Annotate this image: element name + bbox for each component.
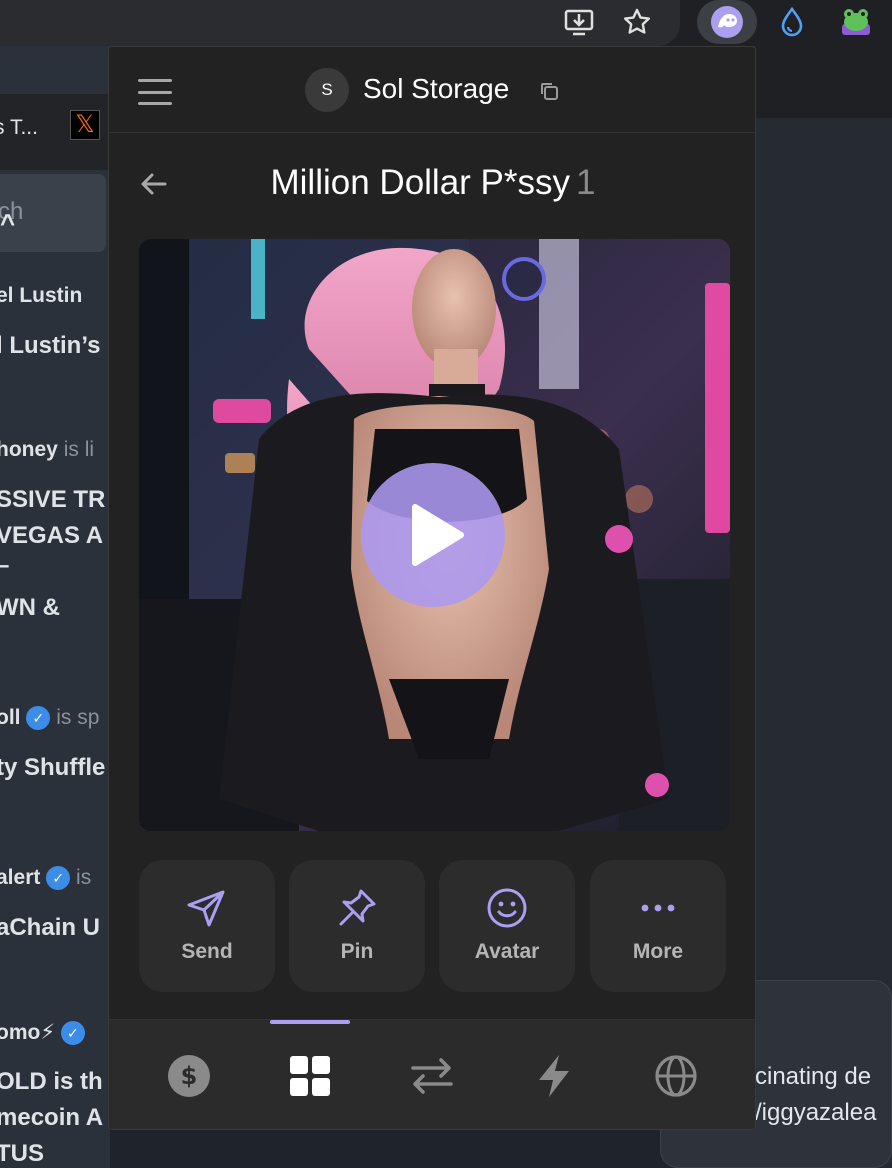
post-author[interactable]: el Lustin — [0, 284, 82, 308]
svg-text:$: $ — [181, 1062, 198, 1090]
tab-swap[interactable] — [406, 1050, 458, 1102]
drop-extension-icon[interactable] — [774, 4, 810, 40]
smiley-icon — [485, 886, 529, 930]
lightning-icon — [539, 1055, 569, 1097]
popup-header: S Sol Storage — [109, 47, 755, 133]
tab-activity[interactable] — [528, 1050, 580, 1102]
verified-badge-icon: ✓ — [60, 1021, 85, 1046]
send-label: Send — [181, 940, 233, 963]
dollar-icon: $ — [168, 1055, 210, 1097]
post-author[interactable]: honey — [0, 438, 58, 461]
active-tab-indicator — [270, 1020, 350, 1024]
collectible-media[interactable] — [139, 239, 730, 831]
background-page-left: s T... 𝕏 ch ^ el Lustin l Lustin’s honey… — [0, 46, 110, 1168]
send-button[interactable]: Send — [139, 860, 275, 992]
post-meta: is li — [63, 438, 95, 461]
post-headline[interactable]: OLD is th — [0, 1068, 103, 1096]
avatar-button[interactable]: Avatar — [439, 860, 575, 992]
post-author[interactable]: omo⚡ — [0, 1021, 55, 1044]
phantom-extension-icon[interactable] — [709, 4, 745, 40]
bookmark-star-icon[interactable] — [619, 4, 655, 40]
post-headline[interactable]: l Lustin’s — [0, 332, 100, 360]
card-text: cinating de — [755, 1063, 872, 1090]
post-headline: – — [0, 552, 9, 580]
globe-icon — [655, 1055, 697, 1097]
post-author[interactable]: oll — [0, 706, 21, 729]
account-avatar[interactable]: S — [305, 68, 349, 112]
tab-explore[interactable] — [650, 1050, 702, 1102]
copy-icon[interactable] — [537, 79, 561, 103]
collectible-title-row: Million Dollar P*ssy 1 — [109, 163, 755, 203]
pin-button[interactable]: Pin — [289, 860, 425, 992]
frog-extension-icon[interactable] — [838, 4, 874, 40]
wallet-popup: S Sol Storage Million Dollar P*ssy 1 Sen… — [108, 46, 756, 1130]
post-headline[interactable]: WN & — [0, 594, 60, 622]
account-name[interactable]: Sol Storage — [363, 73, 509, 105]
post-meta: is sp — [56, 706, 100, 729]
post-headline[interactable]: ty Shuffle — [0, 754, 105, 782]
install-icon[interactable] — [561, 4, 597, 40]
play-video-button[interactable] — [361, 463, 505, 607]
tab-collectibles[interactable] — [284, 1050, 336, 1102]
tab-wallet[interactable]: $ — [163, 1050, 215, 1102]
tab-title[interactable]: s T... — [0, 116, 38, 140]
pin-icon — [335, 886, 379, 930]
browser-toolbar — [0, 0, 892, 46]
bottom-tab-bar: $ — [109, 1019, 755, 1129]
post-headline[interactable]: VEGAS A — [0, 522, 103, 550]
more-icon — [636, 886, 680, 930]
verified-badge-icon: ✓ — [46, 866, 71, 891]
chevron-up-icon: ^ — [0, 208, 16, 238]
card-link[interactable]: /iggyazalea — [755, 1099, 876, 1127]
collectible-title: Million Dollar P*ssy — [270, 163, 571, 202]
search-field[interactable]: ch — [0, 174, 106, 252]
play-icon — [412, 504, 464, 566]
more-label: More — [632, 940, 684, 963]
verified-badge-icon: ✓ — [26, 706, 51, 731]
pin-label: Pin — [340, 940, 374, 963]
background-tab: s T... 𝕏 — [0, 94, 110, 170]
avatar-label: Avatar — [474, 940, 540, 963]
post-headline[interactable]: SSIVE TR — [0, 486, 105, 514]
post-author[interactable]: alert — [0, 866, 40, 889]
hamburger-menu-icon[interactable] — [135, 75, 175, 109]
post-meta: is — [76, 866, 92, 889]
grid-icon — [290, 1056, 330, 1096]
x-logo-icon: 𝕏 — [70, 110, 100, 140]
background-page-right-header — [756, 46, 892, 118]
send-icon — [185, 886, 229, 930]
post-headline[interactable]: aChain U — [0, 914, 100, 942]
collectible-count: 1 — [576, 163, 596, 202]
post-headline[interactable]: mecoin A — [0, 1104, 103, 1132]
swap-arrows-icon — [411, 1058, 453, 1094]
post-headline[interactable]: TUS — [0, 1140, 44, 1168]
more-button[interactable]: More — [590, 860, 726, 992]
